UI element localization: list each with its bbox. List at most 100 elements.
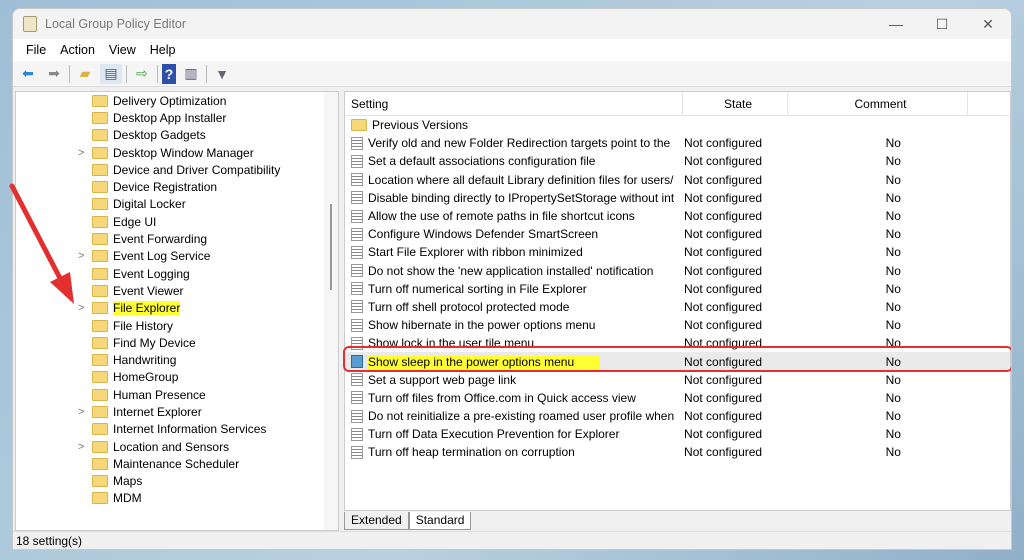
folder-icon xyxy=(351,119,367,132)
folder-label: Previous Versions xyxy=(372,118,469,133)
policy-icon xyxy=(351,264,363,278)
tree-item[interactable]: Handwriting xyxy=(16,351,338,368)
setting-state: Not configured xyxy=(684,445,763,460)
minimize-button[interactable]: — xyxy=(873,9,919,39)
table-row[interactable]: Verify old and new Folder Redirection ta… xyxy=(345,134,1010,152)
toolbar-separator xyxy=(126,64,127,83)
setting-name: Do not show the 'new application install… xyxy=(368,263,654,278)
policy-icon xyxy=(351,154,363,168)
gpedit-window: Local Group Policy Editor — ☐ ✕ File Act… xyxy=(12,8,1012,550)
setting-state: Not configured xyxy=(684,154,763,169)
tree-item[interactable]: Maps xyxy=(16,473,338,490)
setting-state: Not configured xyxy=(684,299,763,314)
setting-state: Not configured xyxy=(684,172,763,187)
setting-state: Not configured xyxy=(684,209,763,224)
tree-item-label: Desktop Window Manager xyxy=(113,145,254,160)
help-icon[interactable]: ? xyxy=(162,63,176,84)
tree-item-label: Find My Device xyxy=(113,335,196,350)
setting-name: Turn off files from Office.com in Quick … xyxy=(368,390,636,405)
tree-item-label: Internet Information Services xyxy=(113,422,267,437)
tree-item-label: Delivery Optimization xyxy=(113,93,227,108)
tree-item[interactable]: Human Presence xyxy=(16,386,338,403)
setting-name: Start File Explorer with ribbon minimize… xyxy=(368,245,583,260)
tree-item[interactable]: MDM xyxy=(16,490,338,507)
tree-item-label: Edge UI xyxy=(113,214,157,229)
expand-chevron-icon[interactable]: > xyxy=(78,441,84,453)
folder-icon xyxy=(92,457,108,470)
table-row[interactable]: Turn off numerical sorting in File Explo… xyxy=(345,280,1010,298)
setting-name: Turn off numerical sorting in File Explo… xyxy=(368,281,587,296)
close-button[interactable]: ✕ xyxy=(965,9,1011,39)
table-row[interactable]: Turn off Data Execution Prevention for E… xyxy=(345,425,1010,443)
table-row[interactable]: Do not show the 'new application install… xyxy=(345,262,1010,280)
setting-state: Not configured xyxy=(684,390,763,405)
toolbar: ⬅ ➡ ▰ ▤ ⇨ ? ▥ ▼ xyxy=(13,61,1011,87)
setting-name: Location where all default Library defin… xyxy=(368,172,675,187)
maximize-button[interactable]: ☐ xyxy=(919,9,965,39)
setting-comment: No xyxy=(885,318,901,333)
table-row[interactable]: Allow the use of remote paths in file sh… xyxy=(345,207,1010,225)
policy-icon xyxy=(351,373,363,387)
expand-chevron-icon[interactable]: > xyxy=(78,406,84,418)
tree-item-label: Device Registration xyxy=(113,180,218,195)
folder-icon xyxy=(92,336,108,349)
policy-icon xyxy=(351,300,363,314)
table-row[interactable]: Turn off files from Office.com in Quick … xyxy=(345,389,1010,407)
tree-item-label: Event Log Service xyxy=(113,249,211,264)
table-row[interactable]: Start File Explorer with ribbon minimize… xyxy=(345,243,1010,261)
table-row[interactable]: Turn off heap termination on corruption … xyxy=(345,443,1010,461)
setting-comment: No xyxy=(885,190,901,205)
table-row[interactable]: Turn off shell protocol protected mode N… xyxy=(345,298,1010,316)
tree-item[interactable]: > Internet Explorer xyxy=(16,403,338,420)
folder-icon xyxy=(92,475,108,488)
tree-item-label: MDM xyxy=(113,491,142,506)
tree-item[interactable]: HomeGroup xyxy=(16,369,338,386)
tab-standard[interactable]: Standard xyxy=(408,512,472,530)
view-tabs: Extended Standard xyxy=(344,512,472,530)
column-comment[interactable]: Comment xyxy=(788,92,968,115)
table-row[interactable]: Show hibernate in the power options menu… xyxy=(345,316,1010,334)
tree-item-label: Internet Explorer xyxy=(113,404,202,419)
menu-view[interactable]: View xyxy=(102,43,143,57)
setting-comment: No xyxy=(885,299,901,314)
show-hide-tree-icon[interactable]: ▤ xyxy=(100,63,122,84)
table-row[interactable]: Location where all default Library defin… xyxy=(345,171,1010,189)
tree-item[interactable]: > Location and Sensors xyxy=(16,438,338,455)
filter-icon[interactable]: ▼ xyxy=(211,64,233,84)
toolbar-separator xyxy=(206,64,207,83)
table-row[interactable]: Configure Windows Defender SmartScreen N… xyxy=(345,225,1010,243)
settings-pane: Setting State Comment Previous Versions … xyxy=(344,91,1011,511)
folder-icon xyxy=(92,388,108,401)
show-hide-action-pane-icon[interactable]: ▥ xyxy=(180,64,202,84)
status-bar: 18 setting(s) xyxy=(13,531,1011,549)
tab-extended[interactable]: Extended xyxy=(344,512,409,530)
table-row[interactable]: Do not reinitialize a pre-existing roame… xyxy=(345,407,1010,425)
setting-name: Configure Windows Defender SmartScreen xyxy=(368,227,599,242)
tree-item-label: Maps xyxy=(113,474,143,489)
column-state[interactable]: State xyxy=(683,92,788,115)
tree-item-label: Event Forwarding xyxy=(113,232,208,247)
folder-icon xyxy=(92,423,108,436)
tree-item[interactable]: Find My Device xyxy=(16,334,338,351)
setting-state: Not configured xyxy=(684,136,763,151)
policy-icon xyxy=(351,391,363,405)
folder-icon xyxy=(92,354,108,367)
setting-name: Turn off heap termination on corruption xyxy=(368,445,575,460)
tree-scrollbar[interactable] xyxy=(324,92,338,530)
tree-item[interactable]: Maintenance Scheduler xyxy=(16,455,338,472)
menu-help[interactable]: Help xyxy=(143,43,183,57)
folder-row-previous-versions[interactable]: Previous Versions xyxy=(345,116,1010,134)
tree-item-label: Device and Driver Compatibility xyxy=(113,162,281,177)
setting-state: Not configured xyxy=(684,409,763,424)
setting-state: Not configured xyxy=(684,318,763,333)
column-setting[interactable]: Setting xyxy=(345,92,683,115)
tree-item[interactable]: Internet Information Services xyxy=(16,421,338,438)
table-row[interactable]: Set a support web page link Not configur… xyxy=(345,371,1010,389)
table-row[interactable]: Disable binding directly to IPropertySet… xyxy=(345,189,1010,207)
setting-comment: No xyxy=(885,281,901,296)
setting-comment: No xyxy=(885,172,901,187)
setting-name: Turn off Data Execution Prevention for E… xyxy=(368,427,620,442)
setting-comment: No xyxy=(885,445,901,460)
table-row[interactable]: Set a default associations configuration… xyxy=(345,152,1010,170)
export-list-icon[interactable]: ⇨ xyxy=(131,64,153,84)
